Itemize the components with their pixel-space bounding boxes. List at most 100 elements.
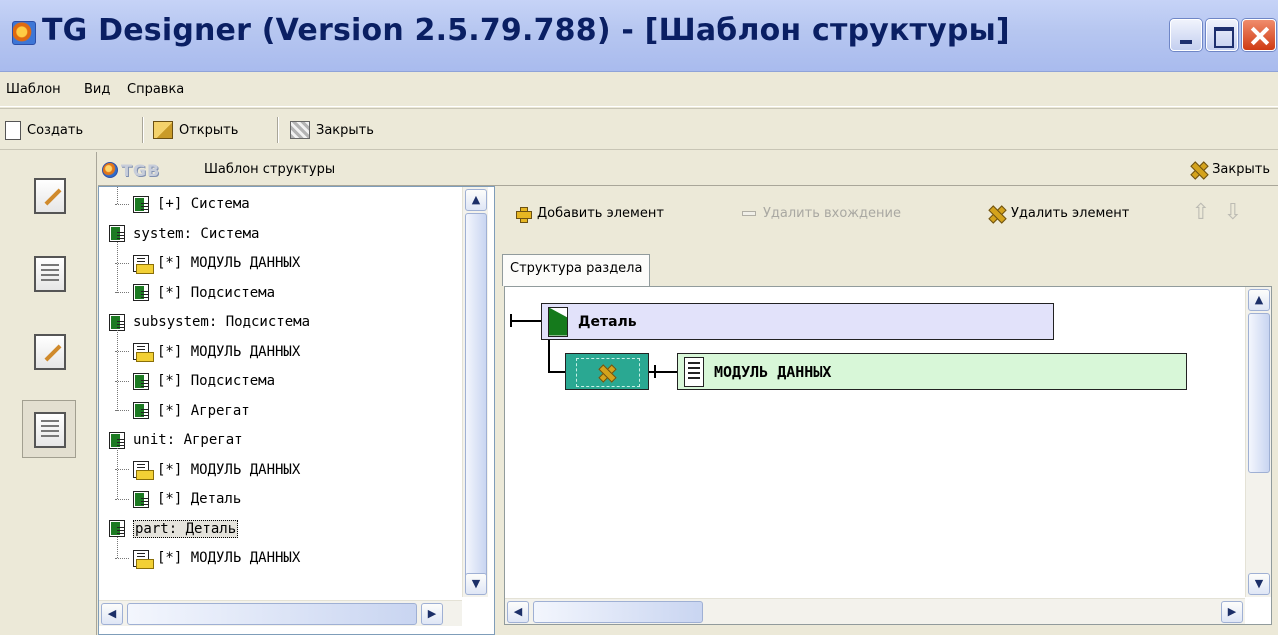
child-vertical-connector xyxy=(548,340,550,372)
tg-designer-globe-icon xyxy=(12,21,36,45)
tree-row[interactable]: [*] Подсистема xyxy=(115,367,275,395)
toolbar-separator xyxy=(142,117,144,143)
close-window-button[interactable] xyxy=(1242,19,1276,51)
open-button[interactable]: Открыть xyxy=(153,119,238,141)
scroll-right-arrow-icon[interactable]: ▶ xyxy=(1221,601,1243,623)
tree-hscroll-thumb[interactable] xyxy=(127,603,417,625)
tree-row[interactable]: part: Деталь xyxy=(109,515,239,543)
scroll-down-arrow-icon[interactable]: ▼ xyxy=(465,573,487,595)
diagram-vertical-scrollbar[interactable]: ▲ ▼ xyxy=(1245,287,1271,597)
yellow-doc-icon xyxy=(133,549,154,569)
root-connector xyxy=(511,320,541,322)
main-toolbar: Создать Открыть Закрыть xyxy=(0,108,1278,150)
catalog-button[interactable] xyxy=(22,244,76,302)
close-button[interactable]: Закрыть xyxy=(290,119,374,141)
menu-help[interactable]: Справка xyxy=(127,82,184,97)
scroll-left-arrow-icon[interactable]: ◀ xyxy=(101,603,123,625)
structure-template-button[interactable] xyxy=(22,400,76,458)
create-button[interactable]: Создать xyxy=(5,119,83,141)
scroll-right-arrow-icon[interactable]: ▶ xyxy=(421,603,443,625)
arrow-up-icon[interactable]: ⇧ xyxy=(1190,200,1212,226)
diagram-hscroll-thumb[interactable] xyxy=(533,601,703,623)
edit-document-button[interactable] xyxy=(22,166,76,224)
structure-tree: [+] Система system: Система [*] МОДУЛЬ ДАН… xyxy=(99,187,462,597)
toolbar-separator xyxy=(277,117,279,143)
document-header: TGB Шаблон структуры Закрыть xyxy=(98,152,1278,186)
scroll-up-arrow-icon[interactable]: ▲ xyxy=(465,189,487,211)
open-folder-icon xyxy=(153,121,173,139)
add-element-button[interactable]: Добавить элемент xyxy=(516,206,664,223)
title-bar: TG Designer (Version 2.5.79.788) - [Шабл… xyxy=(0,0,1278,72)
structure-diagram: Деталь МОДУЛЬ ДАННЫХ ▲ ▼ ◀ ▶ xyxy=(504,286,1272,625)
choice-icon xyxy=(599,365,614,380)
window-title: TG Designer (Version 2.5.79.788) - [Шабл… xyxy=(42,13,1010,48)
tree-row[interactable]: system: Система xyxy=(109,220,259,248)
tree-row[interactable]: [*] МОДУЛЬ ДАННЫХ xyxy=(115,249,300,277)
tree-node-label: unit: Агрегат xyxy=(133,432,243,448)
tree-guide-line xyxy=(117,241,118,293)
arrow-down-icon[interactable]: ⇩ xyxy=(1222,200,1244,226)
tree-scroll-thumb[interactable] xyxy=(465,213,487,578)
plus-icon xyxy=(516,206,532,223)
edit-template-button[interactable] xyxy=(22,322,76,380)
close-document-label: Закрыть xyxy=(1212,162,1270,177)
globe-icon xyxy=(102,162,118,178)
scroll-down-arrow-icon[interactable]: ▼ xyxy=(1248,573,1270,595)
minus-icon xyxy=(742,211,756,216)
tree-row[interactable]: [*] Подсистема xyxy=(115,279,275,307)
choice-connector-cap xyxy=(654,365,656,378)
green-doc-icon xyxy=(133,490,149,508)
tree-node-label: system: Система xyxy=(133,225,260,242)
remove-occurrence-button[interactable]: Удалить вхождение xyxy=(742,206,901,221)
tree-vertical-scrollbar[interactable]: ▲ ▼ xyxy=(462,187,488,597)
menu-view[interactable]: Вид xyxy=(84,82,110,97)
document-title: Шаблон структуры xyxy=(204,162,336,177)
edit-document-icon xyxy=(34,178,66,214)
tree-node-label: [*] Подсистема xyxy=(157,373,276,389)
tree-node-label: [*] Агрегат xyxy=(157,402,250,419)
diagram-horizontal-scrollbar[interactable]: ◀ ▶ xyxy=(505,598,1245,624)
diagram-choice-node[interactable] xyxy=(565,353,649,390)
tree-row[interactable]: [*] МОДУЛЬ ДАННЫХ xyxy=(115,338,300,366)
tree-row[interactable]: [*] МОДУЛЬ ДАННЫХ xyxy=(115,456,300,484)
edit-template-icon xyxy=(34,334,66,370)
tree-node-label: [*] МОДУЛЬ ДАННЫХ xyxy=(157,550,301,566)
diagram-node-detail[interactable]: Деталь xyxy=(541,303,1054,340)
maximize-button[interactable] xyxy=(1206,19,1238,51)
menu-template[interactable]: Шаблон xyxy=(6,82,61,97)
tree-node-label: [*] МОДУЛЬ ДАННЫХ xyxy=(157,461,301,478)
scroll-left-arrow-icon[interactable]: ◀ xyxy=(507,601,529,623)
structure-editor-panel: Добавить элемент Удалить вхождение Удали… xyxy=(496,186,1278,635)
tree-row[interactable]: subsystem: Подсистема xyxy=(109,308,310,336)
diagram-node-data-module[interactable]: МОДУЛЬ ДАННЫХ xyxy=(677,353,1187,390)
green-doc-icon xyxy=(133,402,149,419)
remove-element-label: Удалить элемент xyxy=(1011,206,1130,221)
green-doc-icon xyxy=(133,372,149,390)
tree-row[interactable]: [+] Система xyxy=(115,190,250,218)
structure-tree-panel: [+] Система system: Система [*] МОДУЛЬ ДАН… xyxy=(98,186,495,635)
add-element-label: Добавить элемент xyxy=(537,206,664,221)
structure-template-icon xyxy=(34,412,66,448)
scroll-up-arrow-icon[interactable]: ▲ xyxy=(1248,289,1270,311)
x-icon xyxy=(1191,162,1206,177)
close-document-button[interactable]: Закрыть xyxy=(1191,162,1270,177)
tree-node-label: part: Деталь xyxy=(133,519,239,538)
tab-section-structure[interactable]: Структура раздела xyxy=(502,254,651,286)
tree-guide-line xyxy=(117,448,118,499)
tree-row[interactable]: unit: Агрегат xyxy=(109,426,243,454)
tree-row[interactable]: [*] МОДУЛЬ ДАННЫХ xyxy=(115,544,300,572)
tree-guide-line xyxy=(117,536,118,558)
new-document-icon xyxy=(5,120,21,140)
remove-occurrence-label: Удалить вхождение xyxy=(763,206,901,221)
close-document-icon xyxy=(290,121,310,139)
tree-row[interactable]: [*] Деталь xyxy=(115,485,241,513)
tree-horizontal-scrollbar[interactable]: ◀ ▶ xyxy=(99,600,462,626)
remove-element-button[interactable]: Удалить элемент xyxy=(989,206,1129,221)
tgb-logo: TGB xyxy=(102,161,197,180)
green-doc-icon xyxy=(133,195,149,213)
diagram-scroll-thumb[interactable] xyxy=(1248,313,1270,473)
tree-node-label: subsystem: Подсистема xyxy=(133,314,311,330)
close-label: Закрыть xyxy=(316,122,374,138)
tree-row[interactable]: [*] Агрегат xyxy=(115,397,250,425)
minimize-button[interactable] xyxy=(1170,19,1202,51)
